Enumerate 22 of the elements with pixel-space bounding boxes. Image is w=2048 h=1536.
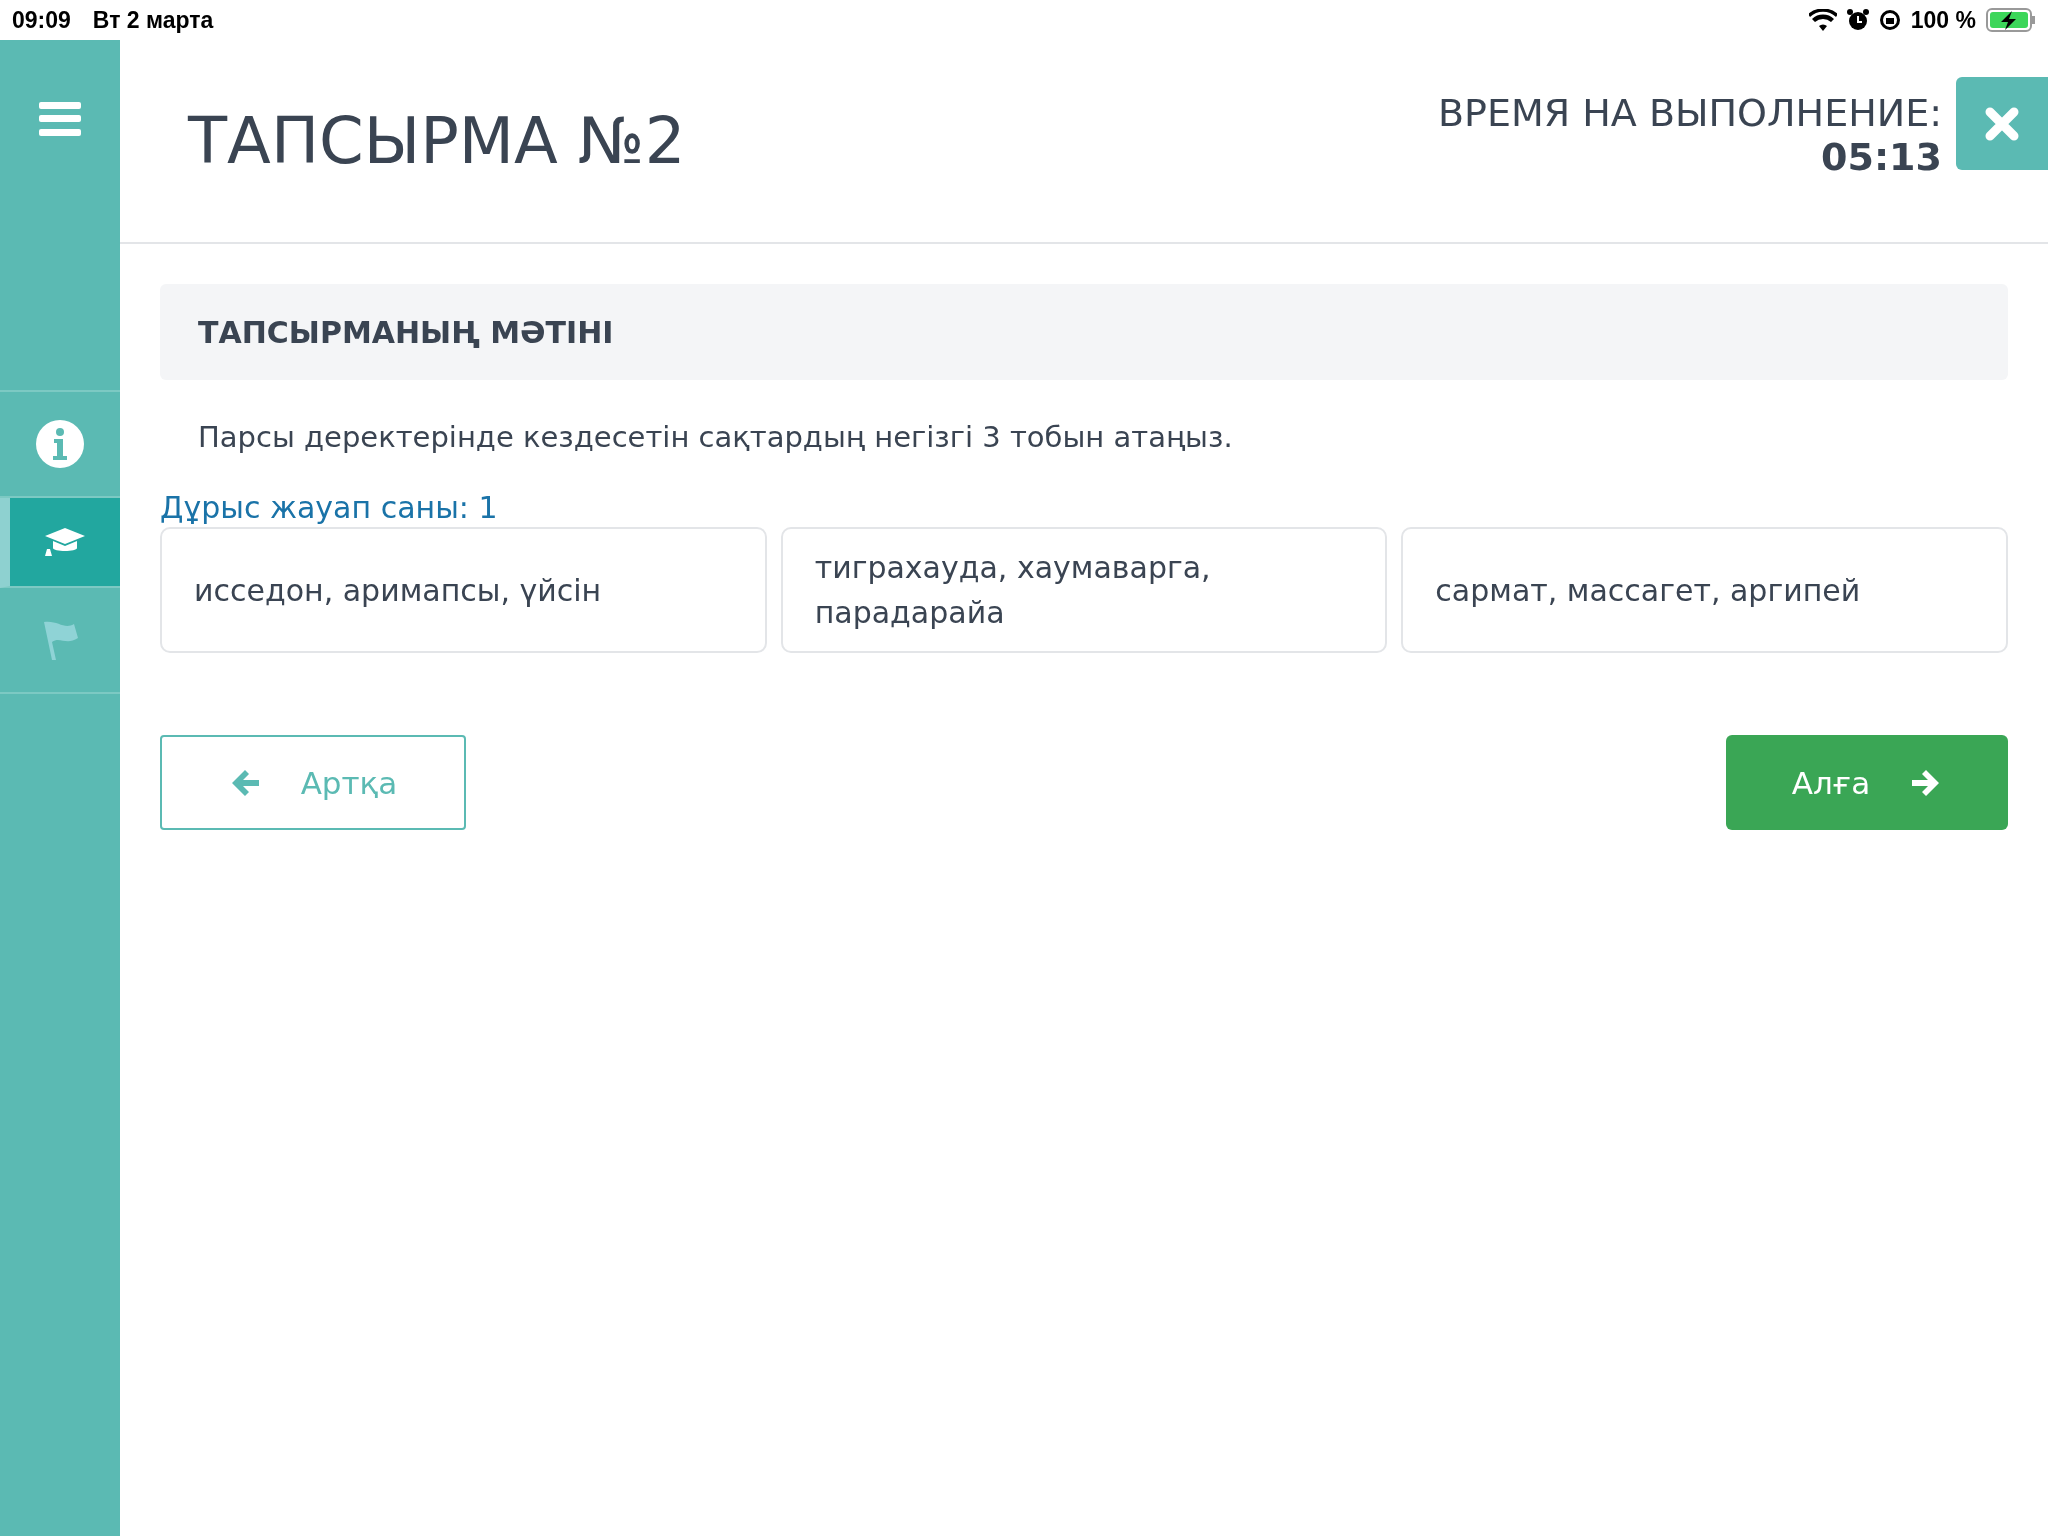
task-question: Парсы деректерінде кездесетін сақтардың негізгі 3 тобын атаңыз. bbox=[197, 419, 1234, 454]
close-icon bbox=[1984, 105, 2020, 142]
answer-option[interactable]: исседон, аримапсы, үйсін bbox=[160, 527, 767, 653]
wifi-icon bbox=[1808, 9, 1837, 31]
task-heading: ТАПСЫРМАНЫҢ МӘТІНІ bbox=[160, 284, 2008, 380]
alarm-clock-icon bbox=[1846, 8, 1869, 32]
battery-icon bbox=[1986, 8, 2036, 32]
timer-label: ВРЕМЯ НА ВЫПОЛНЕНИЕ: bbox=[1438, 91, 1942, 135]
graduation-cap-icon bbox=[43, 526, 87, 558]
battery-percent: 100 % bbox=[1910, 6, 1976, 34]
menu-icon[interactable] bbox=[39, 102, 81, 136]
rotation-lock-icon bbox=[1878, 9, 1901, 31]
status-time: 09:09 bbox=[12, 6, 71, 34]
answer-option[interactable]: сармат, массагет, аргипей bbox=[1401, 527, 2008, 653]
info-icon bbox=[36, 420, 84, 468]
sidebar-item[interactable] bbox=[0, 498, 120, 588]
status-date: Вт 2 марта bbox=[92, 6, 214, 34]
close-button[interactable] bbox=[1956, 77, 2048, 170]
answer-option[interactable]: тиграхауда, хаумаварга, парадарайа bbox=[780, 527, 1388, 653]
timer-value: 05:13 bbox=[1821, 135, 1942, 179]
answer-count: Дұрыс жауап саны: 1 bbox=[160, 490, 499, 525]
page-title: ТАПСЫРМА №2 bbox=[188, 104, 687, 178]
